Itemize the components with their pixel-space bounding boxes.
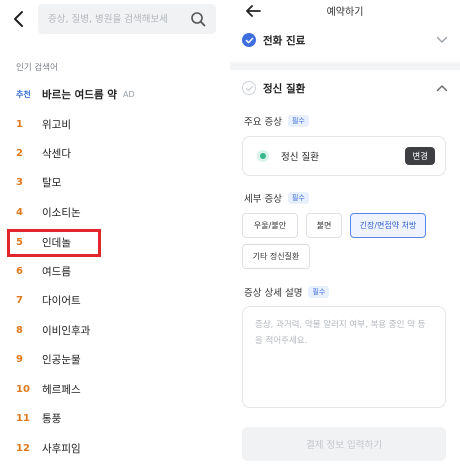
page-title: 예약하기 [326,7,364,18]
main-symptom-card[interactable]: 정신 질환 변경 [242,136,446,176]
back-arrow-icon[interactable] [10,8,30,30]
required-badge: 필수 [287,192,309,204]
rank-keyword: 사후피임 [42,442,81,455]
submit-payment-button[interactable]: 결제 정보 입력하기 [242,427,446,461]
rank-keyword: 이소티논 [42,206,81,219]
required-badge: 필수 [287,115,309,127]
rank-number: 9 [16,353,23,365]
popular-item-10[interactable]: 10 헤르페스 [0,377,230,401]
rank-number: 12 [16,442,30,454]
popular-item-7[interactable]: 7 다이어트 [0,288,230,312]
popular-item-9[interactable]: 9 인공눈물 [0,347,230,371]
rank-number: 1 [16,118,23,130]
radio-selected-icon [257,150,269,162]
sponsored-search-item[interactable]: 추천 바르는 여드름 약 AD [16,86,135,102]
section-label: 전화 진료 [263,34,306,47]
section-mental-illness[interactable]: 정신 질환 [242,78,448,98]
field-label: 세부 증상 [244,194,282,205]
main-symptom-label-row: 주요 증상 필수 [244,114,309,128]
popular-item-12[interactable]: 12 사후피임 [0,436,230,460]
field-label: 증상 상세 설명 [244,288,303,299]
chip-insomnia[interactable]: 불면 [306,213,342,238]
rank-keyword: 인데놀 [42,236,71,249]
check-circle-icon [242,33,256,47]
section-label: 정신 질환 [263,82,306,95]
rank-keyword: 탈모 [42,176,62,189]
rank-number: 6 [16,265,23,277]
rank-number: 4 [16,206,23,218]
change-button[interactable]: 변경 [405,147,435,165]
rank-number: 10 [16,383,30,395]
section-divider [230,62,460,70]
sponsored-item-name: 바르는 여드름 약 [42,88,117,101]
rank-keyword: 삭센다 [42,147,71,160]
popular-item-5[interactable]: 5 인데놀 [0,230,230,254]
rank-number: 3 [16,176,23,188]
rank-keyword: 이비인후과 [42,324,91,337]
rank-keyword: 여드름 [42,265,71,278]
detail-symptom-label-row: 세부 증상 필수 [244,191,309,205]
required-badge: 필수 [308,286,330,298]
chip-depression-anxiety[interactable]: 우울/불안 [242,213,298,238]
check-circle-icon [242,81,256,95]
rank-keyword: 통풍 [42,412,62,425]
field-label: 주요 증상 [244,117,282,128]
chevron-up-icon[interactable] [436,84,448,92]
rank-keyword: 위고비 [42,118,71,131]
rank-number: 7 [16,294,23,306]
search-bar[interactable] [38,4,216,34]
main-symptom-value: 정신 질환 [281,152,319,163]
rank-keyword: 다이어트 [42,294,81,307]
popular-item-1[interactable]: 1 위고비 [0,112,230,136]
rank-number: 2 [16,147,23,159]
rank-number: 8 [16,324,23,336]
search-icon[interactable] [190,11,206,27]
booking-screen: 예약하기 전화 진료 정신 질환 주요 증상 필수 정신 질환 변경 세부 증상… [230,0,460,467]
search-input[interactable] [48,10,184,28]
search-screen: 인기 검색어 추천 바르는 여드름 약 AD 1 위고비 2 삭센다 3 탈모 … [0,0,230,467]
chip-tension-interview[interactable]: 긴장/면접약 처방 [350,213,426,238]
popular-item-11[interactable]: 11 통풍 [0,406,230,430]
popular-searches-title: 인기 검색어 [16,63,58,73]
rank-number: 11 [16,412,30,424]
section-phone-consult[interactable]: 전화 진료 [242,30,448,50]
symptom-description-textarea[interactable] [242,306,446,408]
recommend-badge: 추천 [16,89,31,99]
rank-keyword: 헤르페스 [42,383,81,396]
chevron-down-icon[interactable] [436,36,448,44]
popular-item-6[interactable]: 6 여드름 [0,259,230,283]
popular-item-8[interactable]: 8 이비인후과 [0,318,230,342]
rank-number: 5 [16,236,23,248]
popular-item-4[interactable]: 4 이소티논 [0,200,230,224]
rank-keyword: 인공눈물 [42,353,81,366]
description-label-row: 증상 상세 설명 필수 [244,285,330,299]
popular-item-3[interactable]: 3 탈모 [0,170,230,194]
chip-other-mental[interactable]: 기타 정신질환 [242,244,310,269]
ad-label: AD [122,89,135,99]
popular-item-2[interactable]: 2 삭센다 [0,141,230,165]
